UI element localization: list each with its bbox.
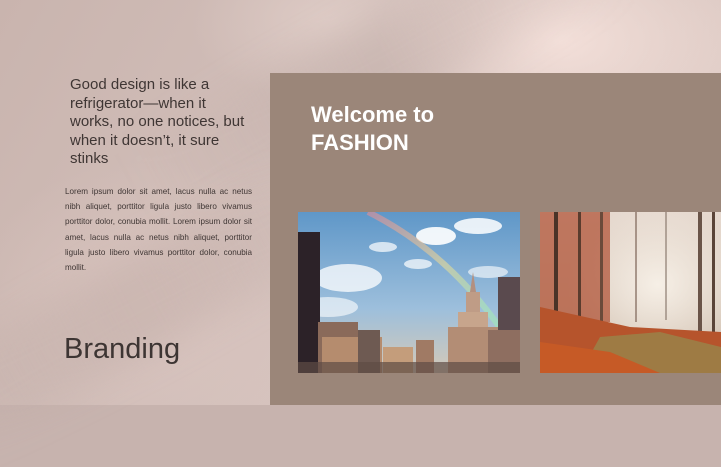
body-paragraph: Lorem ipsum dolor sit amet, lacus nulla … [65,187,252,273]
welcome-heading-line1: Welcome to [311,102,435,127]
autumn-forest-photo [540,212,721,373]
quote-text: Good design is like a refrigerator—when … [70,76,245,167]
welcome-heading: Welcome to FASHION [311,101,551,157]
branding-heading: Branding [64,333,181,365]
content-panel: Welcome to FASHION [270,73,721,405]
welcome-heading-line2: FASHION [311,130,409,155]
city-skyline-photo [298,212,520,373]
